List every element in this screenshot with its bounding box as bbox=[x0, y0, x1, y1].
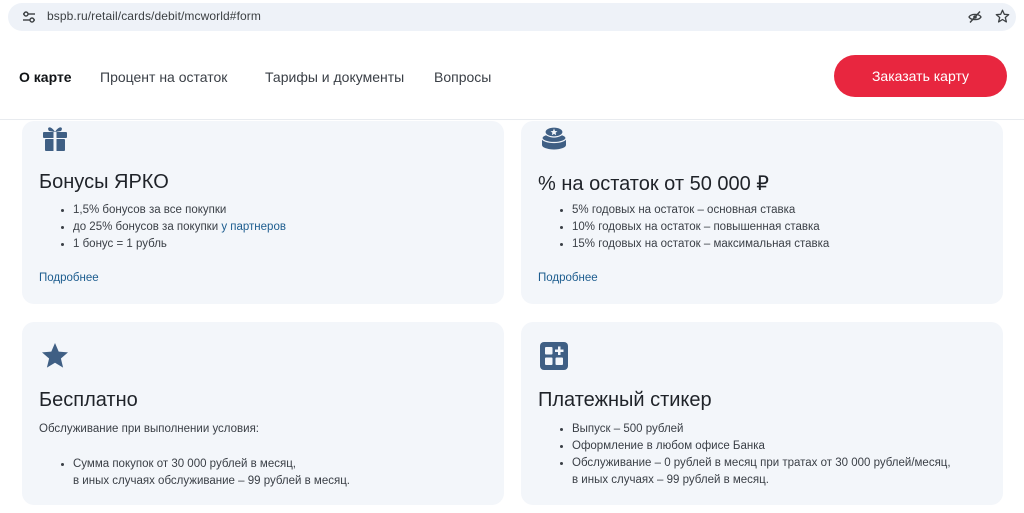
omnibox[interactable]: bspb.ru/retail/cards/debit/mcworld#form bbox=[8, 3, 1016, 31]
list-item-text: в иных случаях обслуживание – 99 рублей … bbox=[73, 475, 350, 487]
star-icon bbox=[42, 343, 68, 368]
list-item: Обслуживание – 0 рублей в месяц при трат… bbox=[556, 455, 951, 489]
list-item: 5% годовых на остаток – основная ставка bbox=[556, 202, 829, 219]
nav-tab-tariffs[interactable]: Тарифы и документы bbox=[265, 69, 404, 85]
apps-grid-icon bbox=[540, 342, 568, 370]
more-link[interactable]: Подробнее bbox=[538, 272, 598, 284]
list-item: Оформление в любом офисе Банка bbox=[556, 438, 951, 455]
bonuses-list: 1,5% бонусов за все покупки до 25% бонус… bbox=[57, 202, 286, 253]
sticker-list: Выпуск – 500 рублей Оформление в любом о… bbox=[556, 421, 951, 489]
list-item-text: 1,5% бонусов за все покупки bbox=[73, 204, 227, 216]
card-free: Бесплатно Обслуживание при выполнении ус… bbox=[22, 322, 504, 505]
card-sticker: Платежный стикер Выпуск – 500 рублей Офо… bbox=[521, 322, 1003, 505]
gift-icon bbox=[43, 127, 67, 151]
card-title: Бесплатно bbox=[39, 389, 138, 411]
condition-note: Обслуживание при выполнении условия: bbox=[39, 423, 259, 435]
nav-tab-interest[interactable]: Процент на остаток bbox=[100, 69, 227, 85]
bookmark-star-icon[interactable] bbox=[995, 9, 1010, 24]
list-item-text: 5% годовых на остаток – основная ставка bbox=[572, 204, 796, 216]
list-item-text: Сумма покупок от 30 000 рублей в месяц, bbox=[73, 458, 296, 470]
eye-off-icon[interactable] bbox=[968, 10, 982, 24]
list-item-text: 1 бонус = 1 рубль bbox=[73, 238, 167, 250]
browser-address-bar: bspb.ru/retail/cards/debit/mcworld#form bbox=[0, 0, 1024, 36]
list-item-text: 15% годовых на остаток – максимальная ст… bbox=[572, 238, 830, 250]
list-item: 15% годовых на остаток – максимальная ст… bbox=[556, 236, 829, 253]
card-title: Бонусы ЯРКО bbox=[39, 171, 169, 193]
card-bonuses: Бонусы ЯРКО 1,5% бонусов за все покупки … bbox=[22, 121, 504, 304]
card-title: Платежный стикер bbox=[538, 389, 712, 411]
site-header: О карте Процент на остаток Тарифы и доку… bbox=[0, 36, 1024, 120]
order-card-button[interactable]: Заказать карту bbox=[834, 55, 1007, 97]
partners-link[interactable]: у партнеров bbox=[221, 221, 286, 233]
free-list: Сумма покупок от 30 000 рублей в месяц, … bbox=[57, 456, 350, 490]
list-item: 1,5% бонусов за все покупки bbox=[57, 202, 286, 219]
list-item-text: до 25% бонусов за покупки bbox=[73, 221, 222, 233]
list-item-text: Выпуск – 500 рублей bbox=[572, 423, 684, 435]
list-item-text: Оформление в любом офисе Банка bbox=[572, 440, 765, 452]
list-item: 1 бонус = 1 рубль bbox=[57, 236, 286, 253]
card-interest: % на остаток от 50 000 ₽ 5% годовых на о… bbox=[521, 121, 1003, 304]
list-item-text: Обслуживание – 0 рублей в месяц при трат… bbox=[572, 457, 951, 469]
list-item: Сумма покупок от 30 000 рублей в месяц, … bbox=[57, 456, 350, 490]
list-item: 10% годовых на остаток – повышенная став… bbox=[556, 219, 829, 236]
list-item: до 25% бонусов за покупки у партнеров bbox=[57, 219, 286, 236]
coins-icon bbox=[541, 126, 567, 150]
more-link[interactable]: Подробнее bbox=[39, 272, 99, 284]
interest-list: 5% годовых на остаток – основная ставка … bbox=[556, 202, 829, 253]
list-item-text: 10% годовых на остаток – повышенная став… bbox=[572, 221, 820, 233]
site-settings-icon[interactable] bbox=[22, 11, 36, 23]
list-item: Выпуск – 500 рублей bbox=[556, 421, 951, 438]
url-text[interactable]: bspb.ru/retail/cards/debit/mcworld#form bbox=[47, 9, 261, 23]
nav-tab-questions[interactable]: Вопросы bbox=[434, 69, 491, 85]
nav-tab-about-card[interactable]: О карте bbox=[19, 69, 72, 85]
list-item-text: в иных случаях – 99 рублей в месяц. bbox=[572, 474, 769, 486]
card-title: % на остаток от 50 000 ₽ bbox=[538, 173, 770, 195]
